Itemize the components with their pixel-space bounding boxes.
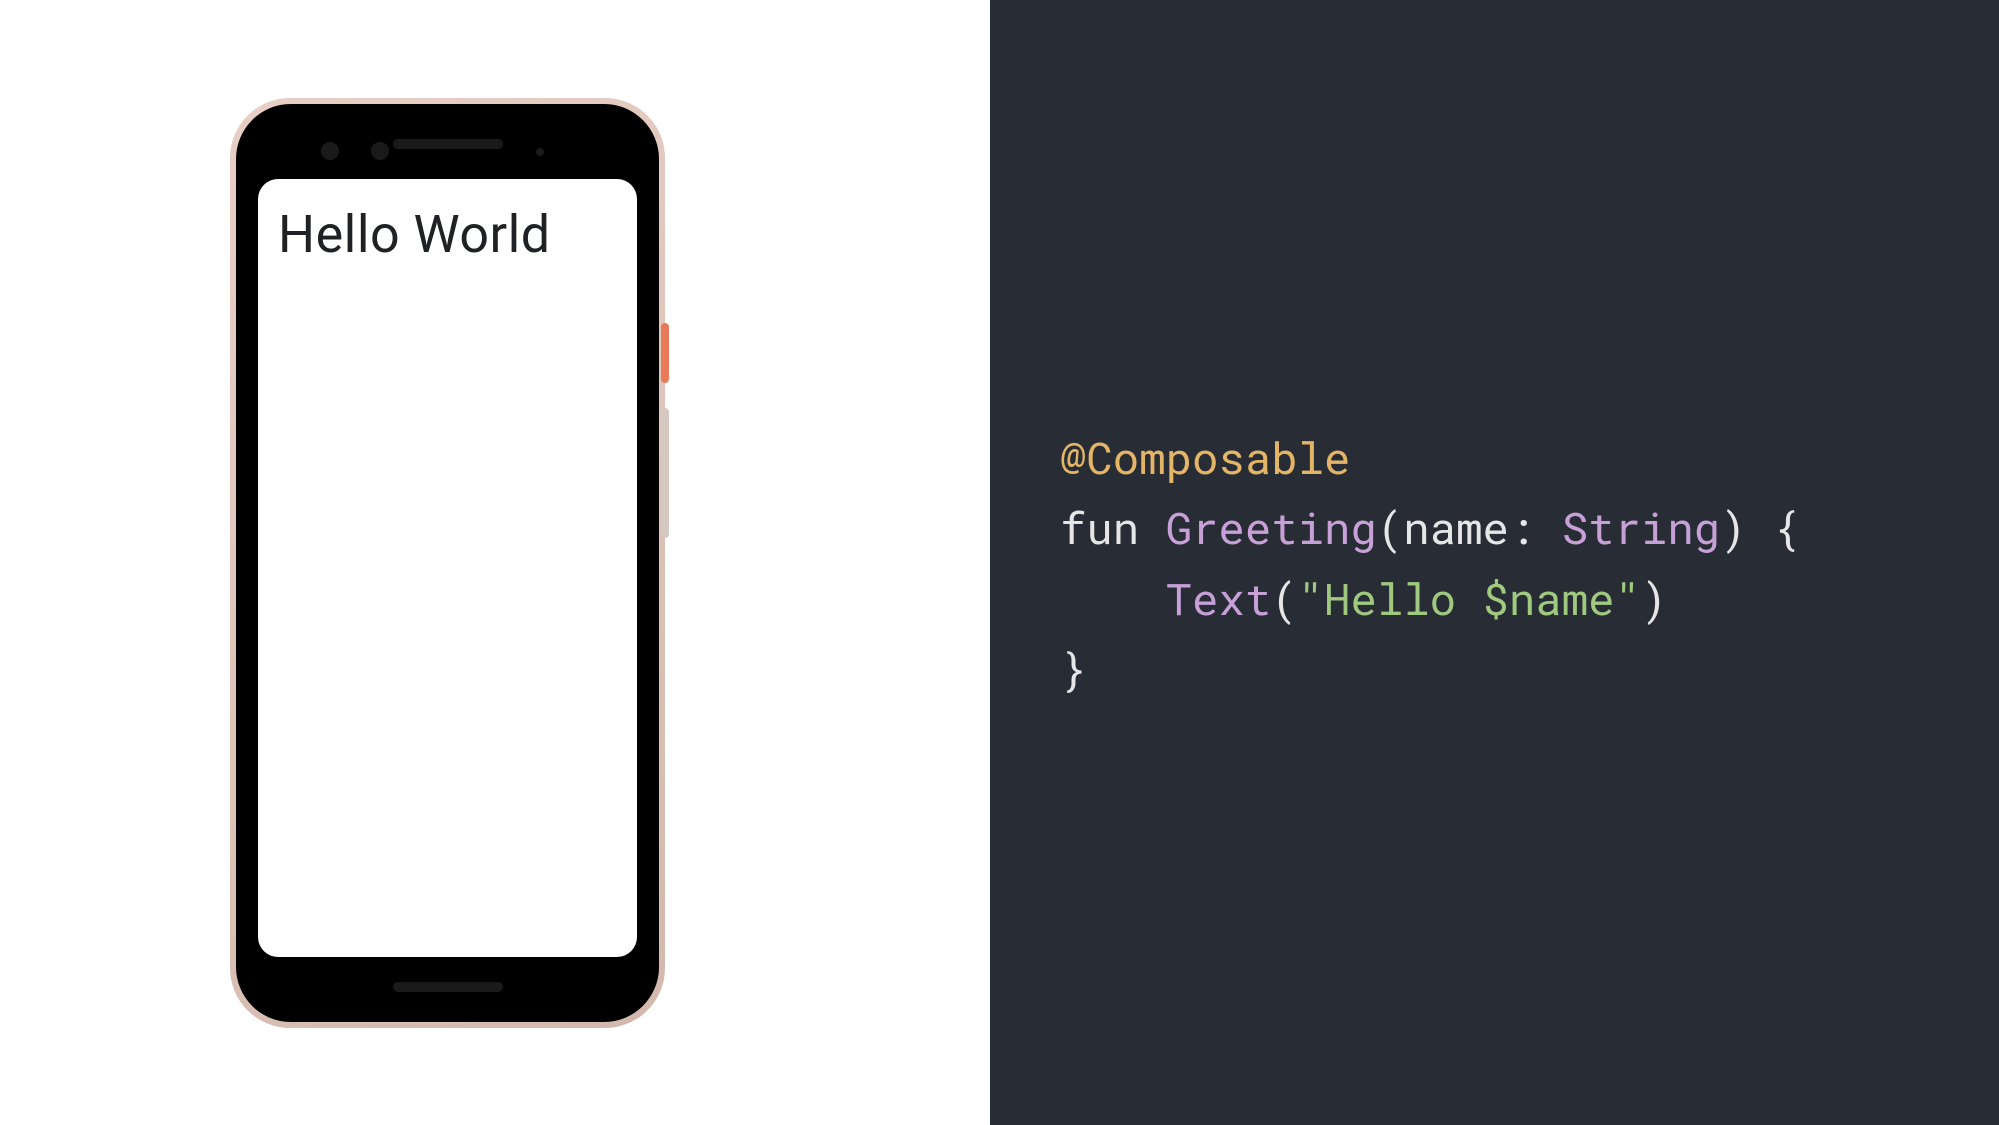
code-param-name: name [1403,498,1509,556]
code-function-name: Greeting [1166,498,1377,556]
earpiece-speaker-icon [393,139,503,149]
code-block: @Composable fun Greeting(name: String) {… [1060,422,1799,704]
greeting-text: Hello World [278,204,617,265]
code-close-paren-brace: ) { [1720,498,1799,556]
code-keyword-fun: fun [1060,498,1166,556]
code-annotation: @Composable [1060,428,1350,486]
code-indent [1060,569,1166,627]
front-camera-icon [371,142,389,160]
code-type-name: String [1562,498,1720,556]
code-open-paren: ( [1377,498,1403,556]
bottom-speaker-icon [393,982,503,992]
code-call-open: ( [1271,569,1297,627]
volume-button-icon [661,408,669,538]
code-colon: : [1509,498,1562,556]
code-close-brace: } [1060,639,1086,697]
preview-panel: Hello World [0,0,990,1125]
sensor-dot-icon [536,148,544,156]
power-button-icon [661,323,669,383]
code-panel: @Composable fun Greeting(name: String) {… [990,0,1999,1125]
phone-body: Hello World [236,104,659,1022]
code-string-literal: "Hello $name" [1298,569,1641,627]
code-call-close: ) [1641,569,1667,627]
code-call-name: Text [1166,569,1272,627]
phone-screen: Hello World [258,179,637,957]
phone-mockup: Hello World [230,98,665,1028]
front-camera-icon [321,142,339,160]
